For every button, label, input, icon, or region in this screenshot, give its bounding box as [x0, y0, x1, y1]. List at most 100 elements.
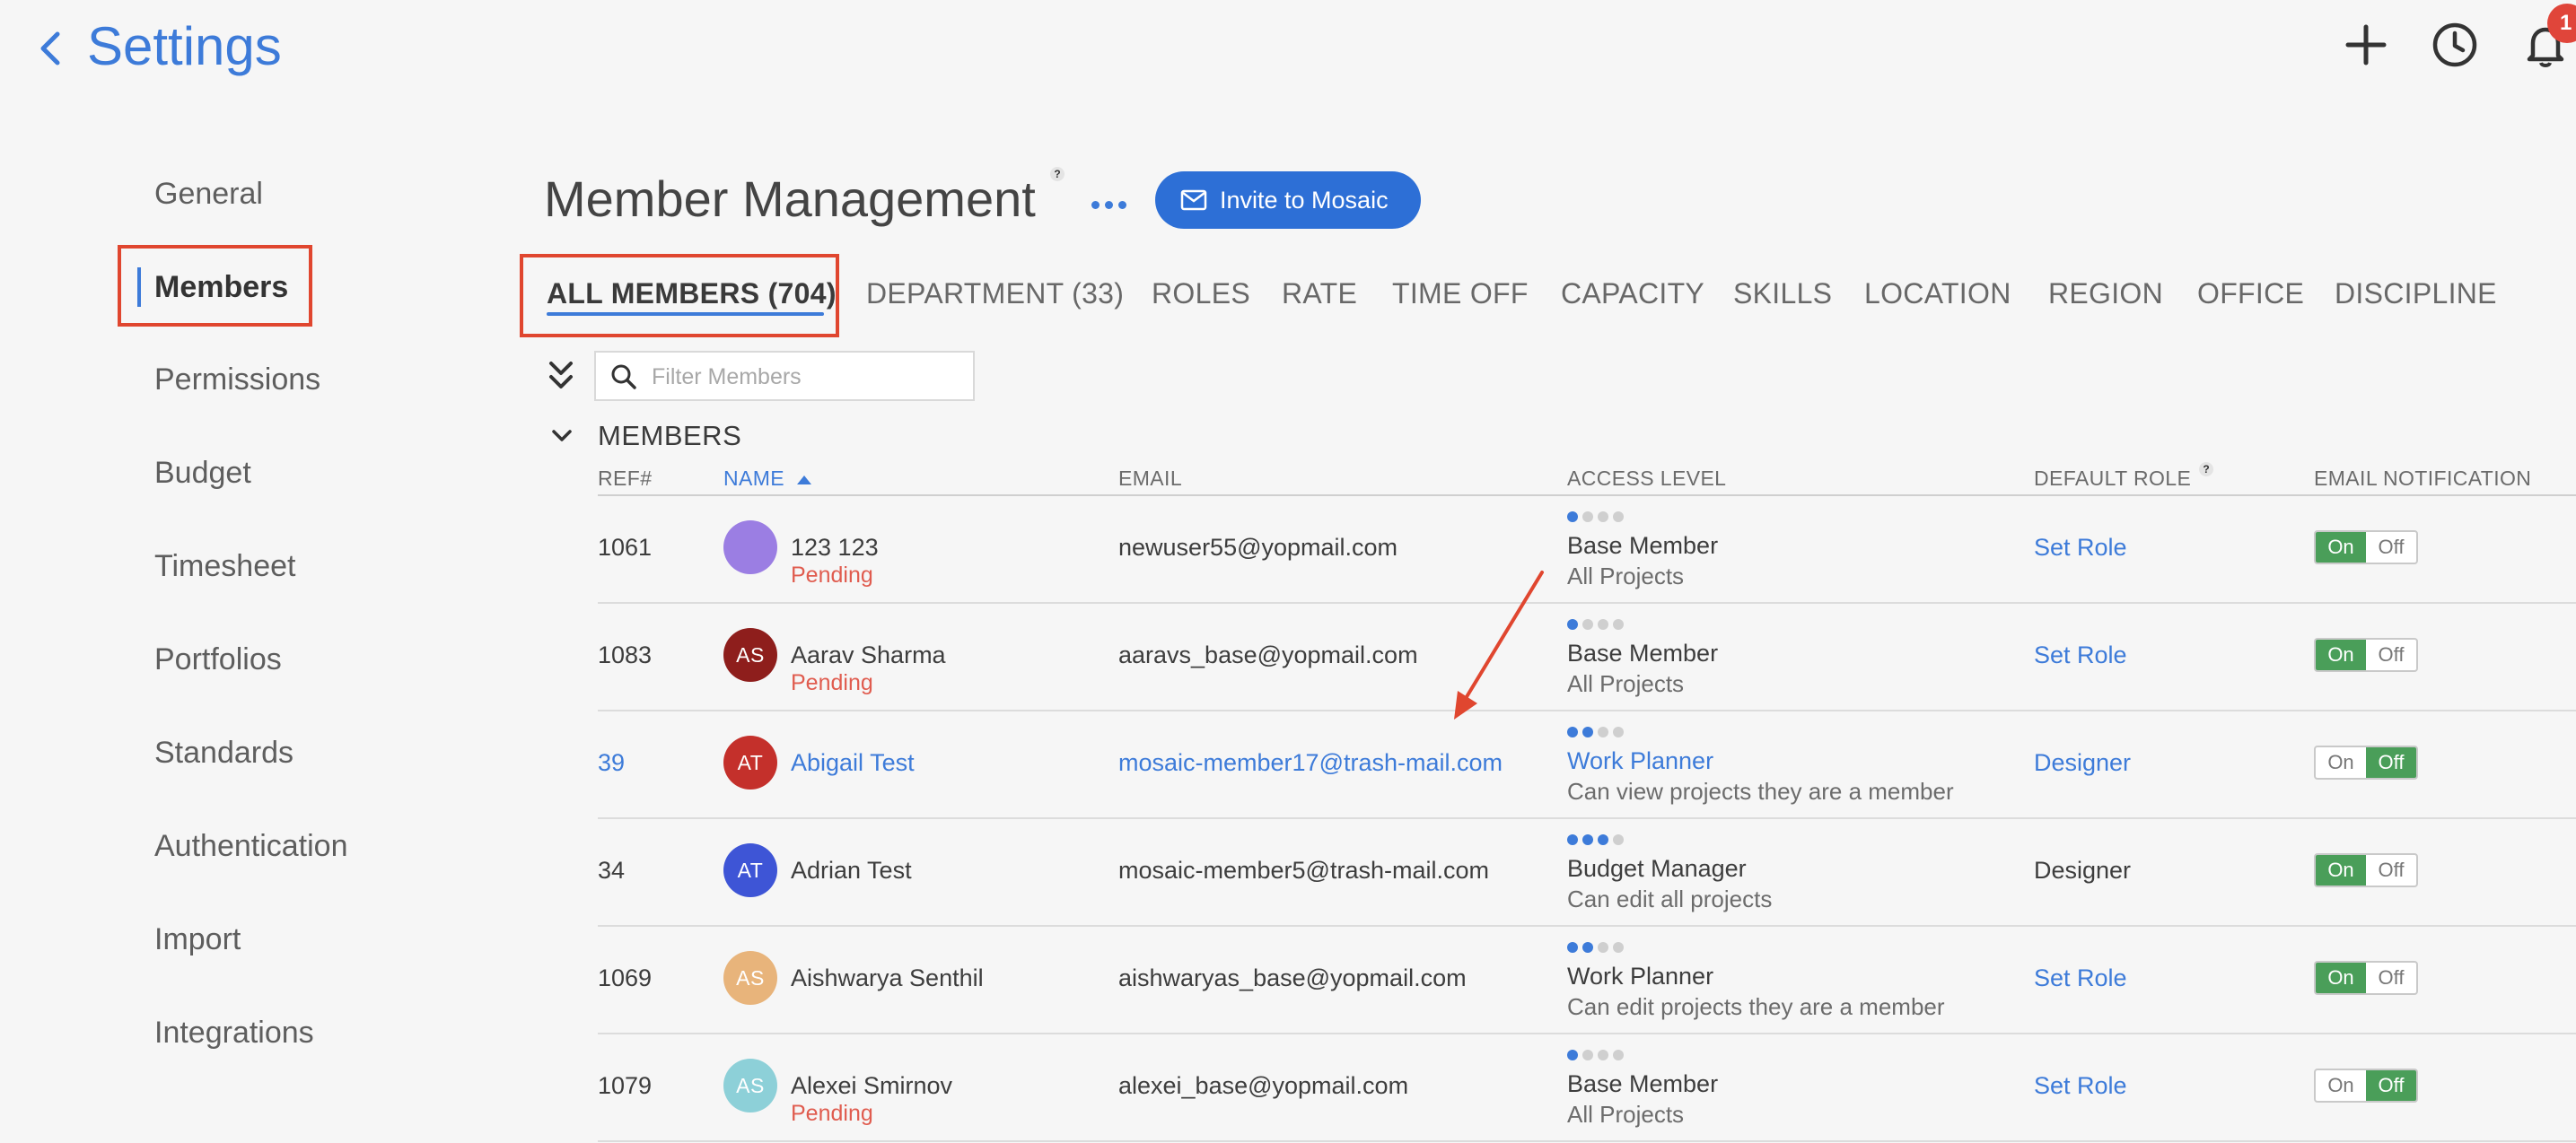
sidebar-item-import[interactable]: Import	[154, 921, 241, 957]
toggle-off[interactable]: Off	[2366, 963, 2416, 993]
access-level-name[interactable]: Work Planner	[1567, 747, 1713, 775]
toggle-off[interactable]: Off	[2366, 747, 2416, 778]
sidebar-item-authentication[interactable]: Authentication	[154, 828, 348, 864]
member-name[interactable]: Alexei Smirnov	[791, 1072, 952, 1100]
email-notification-toggle[interactable]: On Off	[2314, 530, 2418, 564]
access-level-dots	[1567, 942, 1624, 953]
invite-button[interactable]: Invite to Mosaic	[1155, 171, 1421, 229]
pending-status: Pending	[791, 670, 873, 695]
avatar: AT	[723, 736, 777, 790]
column-header-email-notification[interactable]: EMAIL NOTIFICATION	[2314, 467, 2531, 491]
toggle-on[interactable]: On	[2316, 855, 2366, 886]
sidebar-item-timesheet[interactable]: Timesheet	[154, 548, 295, 584]
access-level-name[interactable]: Base Member	[1567, 1070, 1718, 1098]
more-options-icon[interactable]	[1091, 201, 1126, 209]
column-header-ref[interactable]: REF#	[598, 467, 652, 491]
table-row[interactable]: 34 AT Adrian Test mosaic-member5@trash-m…	[598, 819, 2576, 927]
collapse-all-icon[interactable]	[546, 359, 576, 393]
filter-members-field[interactable]	[594, 351, 975, 401]
toggle-on[interactable]: On	[2316, 963, 2366, 993]
table-row[interactable]: 1083 AS Aarav Sharma Pending aaravs_base…	[598, 604, 2576, 711]
sidebar-item-portfolios[interactable]: Portfolios	[154, 641, 282, 677]
filter-members-input[interactable]	[650, 362, 959, 392]
tab-department[interactable]: DEPARTMENT (33)	[866, 276, 1124, 310]
column-header-default-role[interactable]: DEFAULT ROLE	[2034, 467, 2191, 491]
table-row[interactable]: 1079 AS Alexei Smirnov Pending alexei_ba…	[598, 1034, 2576, 1142]
access-level-dots	[1567, 1050, 1624, 1060]
column-header-name[interactable]: NAME	[723, 467, 812, 491]
tab-region[interactable]: REGION	[2048, 276, 2163, 310]
toggle-off[interactable]: Off	[2366, 855, 2416, 886]
set-role-link[interactable]: Set Role	[2034, 964, 2127, 992]
access-level-description: All Projects	[1567, 563, 1685, 589]
access-level-dots	[1567, 511, 1624, 522]
member-name[interactable]: 123 123	[791, 534, 879, 562]
active-tab-underline	[547, 312, 824, 316]
toggle-on[interactable]: On	[2316, 747, 2366, 778]
search-icon	[611, 364, 636, 389]
table-row[interactable]: 39 AT Abigail Test mosaic-member17@trash…	[598, 711, 2576, 819]
tab-skills[interactable]: SKILLS	[1733, 276, 1832, 310]
pending-status: Pending	[791, 1101, 873, 1126]
table-row[interactable]: 1061 123 123 Pending newuser55@yopmail.c…	[598, 496, 2576, 604]
access-level-dots	[1567, 727, 1624, 737]
ref-cell[interactable]: 39	[598, 749, 625, 777]
access-level-name[interactable]: Work Planner	[1567, 963, 1713, 990]
email-notification-toggle[interactable]: On Off	[2314, 961, 2418, 995]
default-role-help-icon[interactable]: ?	[2199, 462, 2213, 476]
toggle-off[interactable]: Off	[2366, 640, 2416, 670]
tab-capacity[interactable]: CAPACITY	[1561, 276, 1704, 310]
table-row[interactable]: 1069 AS Aishwarya Senthil aishwaryas_bas…	[598, 927, 2576, 1034]
email-notification-toggle[interactable]: On Off	[2314, 746, 2418, 780]
tab-discipline[interactable]: DISCIPLINE	[2335, 276, 2497, 310]
column-header-email[interactable]: EMAIL	[1118, 467, 1182, 491]
ref-cell: 34	[598, 857, 626, 884]
access-level-name[interactable]: Budget Manager	[1567, 855, 1747, 883]
tab-time-off[interactable]: TIME OFF	[1392, 276, 1529, 310]
tab-rate[interactable]: RATE	[1282, 276, 1357, 310]
section-collapse-chevron-icon[interactable]	[549, 425, 574, 447]
access-level-name[interactable]: Base Member	[1567, 532, 1718, 560]
avatar: AS	[723, 628, 777, 682]
email-notification-toggle[interactable]: On Off	[2314, 1069, 2418, 1103]
tab-all-members[interactable]: ALL MEMBERS (704)	[547, 276, 837, 310]
access-level-name[interactable]: Base Member	[1567, 640, 1718, 667]
help-icon[interactable]: ?	[1050, 167, 1065, 181]
member-name[interactable]: Abigail Test	[791, 749, 915, 777]
add-icon[interactable]	[2341, 20, 2391, 70]
email-notification-toggle[interactable]: On Off	[2314, 638, 2418, 672]
toggle-on[interactable]: On	[2316, 1070, 2366, 1101]
clock-icon[interactable]	[2430, 20, 2480, 70]
set-role-link[interactable]: Set Role	[2034, 534, 2127, 562]
access-level-dots	[1567, 619, 1624, 630]
toggle-off[interactable]: Off	[2366, 1070, 2416, 1101]
member-name[interactable]: Aishwarya Senthil	[791, 964, 984, 992]
email-notification-toggle[interactable]: On Off	[2314, 853, 2418, 887]
set-role-link[interactable]: Set Role	[2034, 641, 2127, 669]
member-name[interactable]: Adrian Test	[791, 857, 912, 885]
sidebar-item-members[interactable]: Members	[154, 269, 288, 305]
member-name[interactable]: Aarav Sharma	[791, 641, 946, 669]
role-cell[interactable]: Designer	[2034, 857, 2131, 885]
sidebar-item-permissions[interactable]: Permissions	[154, 362, 320, 397]
ref-cell: 1061	[598, 534, 653, 561]
toggle-off[interactable]: Off	[2366, 532, 2416, 563]
column-header-name-label: NAME	[723, 467, 785, 490]
sidebar-item-integrations[interactable]: Integrations	[154, 1015, 314, 1051]
column-header-access-level[interactable]: ACCESS LEVEL	[1567, 467, 1726, 491]
sidebar-item-budget[interactable]: Budget	[154, 455, 251, 491]
toggle-on[interactable]: On	[2316, 640, 2366, 670]
back-chevron-icon[interactable]	[38, 31, 65, 66]
email-cell[interactable]: mosaic-member17@trash-mail.com	[1118, 749, 1503, 777]
sidebar-item-standards[interactable]: Standards	[154, 735, 294, 771]
sidebar-item-general[interactable]: General	[154, 176, 263, 212]
role-link[interactable]: Designer	[2034, 749, 2131, 777]
access-level-description: Can view projects they are a member	[1567, 778, 1954, 805]
tab-roles[interactable]: ROLES	[1152, 276, 1250, 310]
pending-status: Pending	[791, 563, 873, 588]
tab-location[interactable]: LOCATION	[1864, 276, 2011, 310]
toggle-on[interactable]: On	[2316, 532, 2366, 563]
app-title: Settings	[87, 16, 282, 76]
set-role-link[interactable]: Set Role	[2034, 1072, 2127, 1100]
tab-office[interactable]: OFFICE	[2197, 276, 2304, 310]
